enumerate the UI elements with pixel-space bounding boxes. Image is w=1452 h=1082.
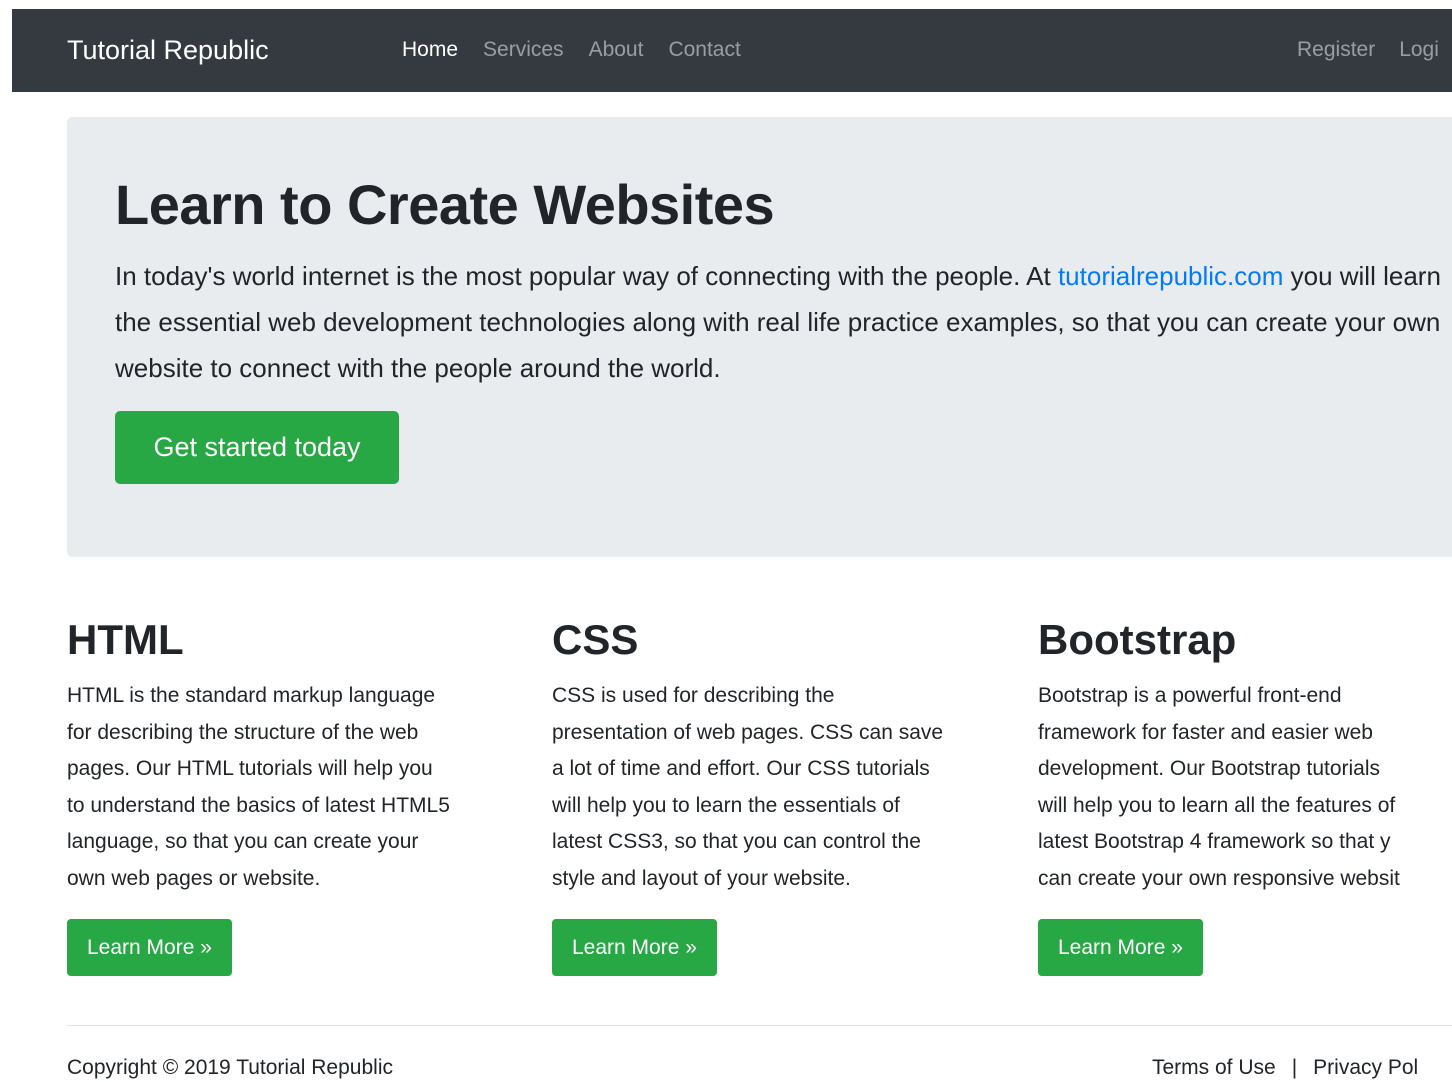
nav-links: Home Services About Contact xyxy=(402,38,766,62)
nav-link-contact[interactable]: Contact xyxy=(668,38,740,62)
feature-column-css: CSS CSS is used for describing the prese… xyxy=(552,612,1002,976)
privacy-policy-link[interactable]: Privacy Pol xyxy=(1313,1056,1418,1079)
footer-copyright: Copyright © 2019 Tutorial Republic xyxy=(67,1056,393,1079)
hero-jumbotron: Learn to Create Websites In today's worl… xyxy=(67,117,1452,557)
brand-logo-link[interactable]: Tutorial Republic xyxy=(67,35,269,66)
nav-link-login[interactable]: Logi xyxy=(1399,38,1439,62)
feature-title: HTML xyxy=(67,616,184,663)
feature-title: CSS xyxy=(552,616,639,663)
page: Tutorial Republic Home Services About Co… xyxy=(0,0,1452,1082)
hero-lead-text: In today's world internet is the most po… xyxy=(115,253,1452,391)
feature-description: CSS is used for describing the presentat… xyxy=(552,684,944,890)
footer-links: Terms of Use | Privacy Pol xyxy=(1152,1056,1418,1080)
nav-link-home[interactable]: Home xyxy=(402,38,458,62)
tutorialrepublic-link[interactable]: tutorialrepublic.com xyxy=(1058,261,1283,291)
learn-more-html-button[interactable]: Learn More » xyxy=(67,919,232,976)
feature-column-html: HTML HTML is the standard markup languag… xyxy=(67,612,517,976)
nav-auth-links: Register Logi xyxy=(1297,38,1452,62)
hero-lead-before: In today's world internet is the most po… xyxy=(115,261,1058,291)
learn-more-bootstrap-button[interactable]: Learn More » xyxy=(1038,919,1203,976)
footer-divider xyxy=(67,1025,1452,1026)
hero-title: Learn to Create Websites xyxy=(115,173,775,236)
feature-description: HTML is the standard markup language for… xyxy=(67,684,450,890)
feature-title: Bootstrap xyxy=(1038,616,1237,663)
navbar: Tutorial Republic Home Services About Co… xyxy=(12,9,1452,92)
nav-link-about[interactable]: About xyxy=(589,38,644,62)
nav-link-register[interactable]: Register xyxy=(1297,38,1375,62)
nav-link-services[interactable]: Services xyxy=(483,38,564,62)
learn-more-css-button[interactable]: Learn More » xyxy=(552,919,717,976)
feature-column-bootstrap: Bootstrap Bootstrap is a powerful front-… xyxy=(1038,612,1452,992)
footer-separator: | xyxy=(1291,1056,1298,1079)
feature-description: Bootstrap is a powerful front-end framew… xyxy=(1038,684,1400,890)
get-started-button[interactable]: Get started today xyxy=(115,411,399,484)
terms-of-use-link[interactable]: Terms of Use xyxy=(1152,1056,1276,1079)
